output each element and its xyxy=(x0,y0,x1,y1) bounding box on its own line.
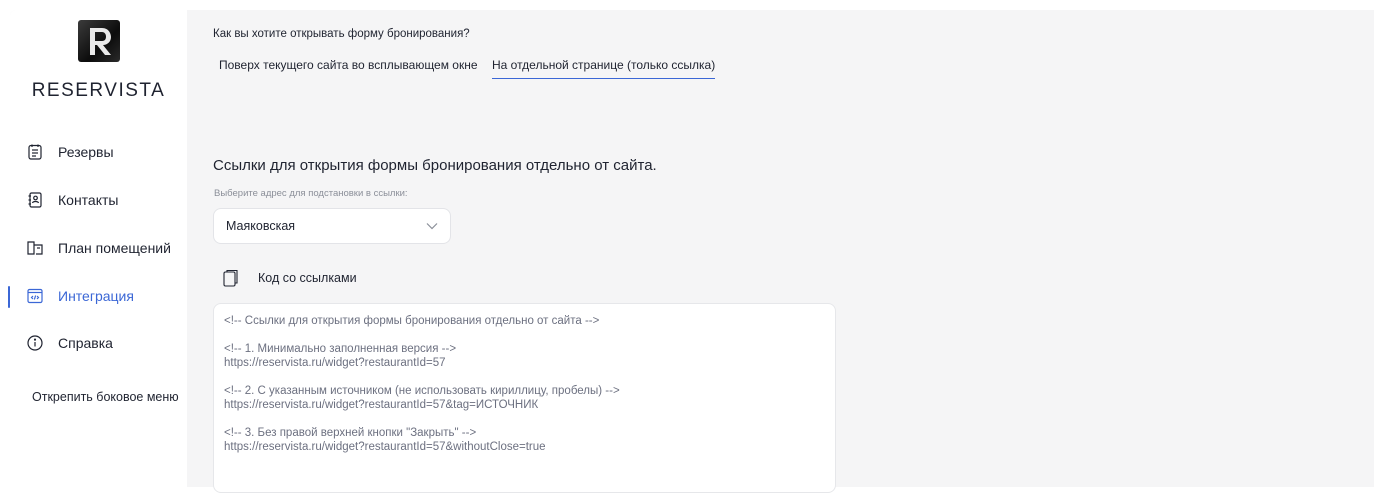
copy-icon xyxy=(222,268,240,288)
code-comment-3: <!-- 3. Без правой верхней кнопки "Закры… xyxy=(224,427,477,439)
code-url-2: https://reservista.ru/widget?restaurantI… xyxy=(224,399,539,411)
code-comment-main: <!-- Ссылки для открытия формы бронирова… xyxy=(224,315,600,327)
code-url-1: https://reservista.ru/widget?restaurantI… xyxy=(224,357,446,369)
code-block[interactable]: <!-- Ссылки для открытия формы бронирова… xyxy=(213,303,836,493)
chevron-down-icon xyxy=(426,222,438,230)
brand-name: RESERVISTA xyxy=(31,80,166,101)
tab-popup[interactable]: Поверх текущего сайта во всплывающем окн… xyxy=(219,58,478,78)
integration-icon xyxy=(26,287,44,305)
active-indicator xyxy=(8,286,10,308)
sidebar-item-reservations[interactable]: Резервы xyxy=(26,140,114,164)
floor-plan-icon xyxy=(26,239,44,257)
section-title: Ссылки для открытия формы бронирования о… xyxy=(213,157,657,174)
sidebar-item-label: Интеграция xyxy=(58,288,134,304)
sidebar-item-help[interactable]: Справка xyxy=(26,331,113,355)
address-hint: Выберите адрес для подстановки в ссылки: xyxy=(214,188,408,199)
logo-mark-icon xyxy=(78,20,120,62)
sidebar-item-label: Справка xyxy=(58,335,113,351)
contacts-icon xyxy=(26,191,44,209)
code-url-3: https://reservista.ru/widget?restaurantI… xyxy=(224,441,546,453)
reservations-icon xyxy=(26,143,44,161)
info-icon xyxy=(26,334,44,352)
sidebar-item-label: План помещений xyxy=(58,240,171,256)
code-header-label: Код со ссылками xyxy=(258,271,357,285)
sidebar: RESERVISTA Резервы Контакты План помещен… xyxy=(8,10,187,487)
code-comment-1: <!-- 1. Минимально заполненная версия --… xyxy=(224,343,457,355)
sidebar-item-label: Контакты xyxy=(58,192,119,208)
tab-separate-page[interactable]: На отдельной странице (только ссылка) xyxy=(492,58,716,79)
unpin-sidebar-button[interactable]: Открепить боковое меню xyxy=(32,390,179,404)
open-mode-question: Как вы хотите открывать форму бронирован… xyxy=(213,28,470,40)
sidebar-item-contacts[interactable]: Контакты xyxy=(26,188,118,212)
sidebar-item-integration[interactable]: Интеграция xyxy=(26,284,134,308)
code-comment-2: <!-- 2. С указанным источником (не испол… xyxy=(224,385,620,397)
address-select[interactable]: Маяковская xyxy=(213,208,451,244)
sidebar-item-floor-plan[interactable]: План помещений xyxy=(26,236,171,260)
copy-code-button[interactable]: Код со ссылками xyxy=(222,268,357,288)
address-select-value: Маяковская xyxy=(226,219,296,233)
sidebar-item-label: Резервы xyxy=(58,144,114,160)
